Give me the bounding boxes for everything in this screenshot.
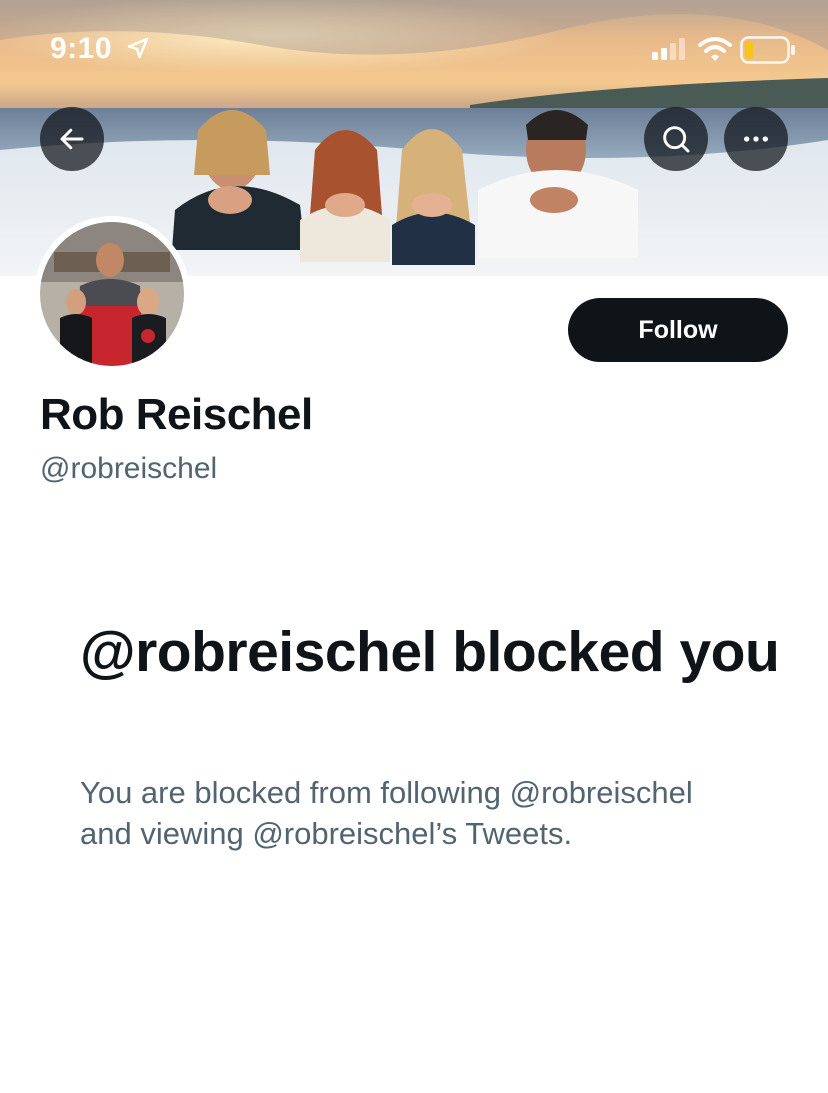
status-time: 9:10 [50,32,113,65]
blocked-title: @robreischel blocked you [80,620,780,684]
cellular-signal-icon [652,38,685,60]
battery-level [745,41,753,59]
profile-handle: @robreischel [40,452,218,485]
location-arrow-icon [127,37,149,59]
status-bar: 9:10 [0,0,828,100]
wifi-icon [698,37,732,61]
avatar-photo [40,222,184,366]
battery-icon [740,36,795,64]
more-horizontal-icon [744,136,768,142]
avatar[interactable] [34,216,190,372]
back-button[interactable] [40,107,104,171]
more-button[interactable] [724,107,788,171]
search-icon [663,126,690,153]
search-button[interactable] [644,107,708,171]
blocked-description: You are blocked from following @robreisc… [80,775,693,851]
profile-display-name: Rob Reischel [40,390,313,439]
follow-button[interactable]: Follow [568,298,788,362]
arrow-left-icon [60,128,84,150]
